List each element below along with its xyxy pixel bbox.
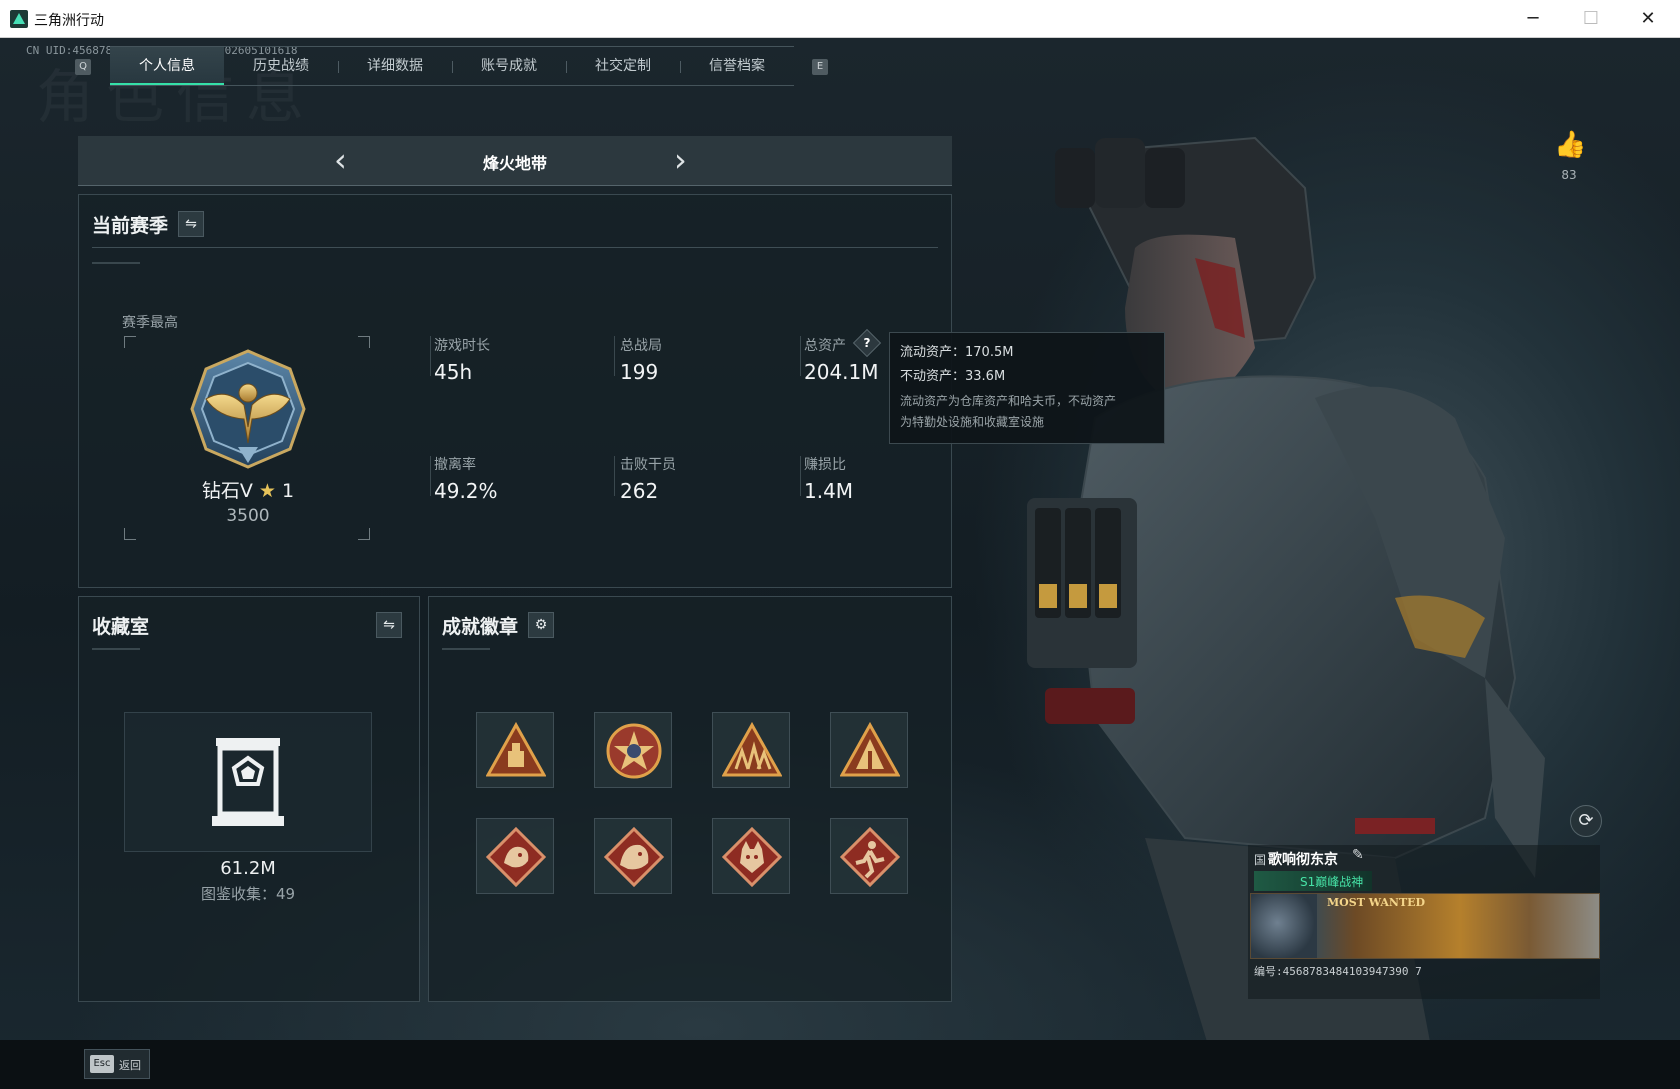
stat-divider xyxy=(800,456,801,496)
stat-label-extraction-rate: 撤离率 xyxy=(434,457,476,473)
stat-value-extraction-rate: 49.2% xyxy=(434,479,498,503)
tab-history[interactable]: 历史战绩 xyxy=(224,47,338,85)
decorative-line xyxy=(442,648,490,650)
tooltip-description-line: 为特勤处设施和收藏室设施 xyxy=(900,415,1045,429)
stat-label-total-matches: 总战局 xyxy=(620,338,662,354)
decorative-line xyxy=(92,262,140,264)
rank-name: 钻石V ★ 1 xyxy=(160,476,336,503)
player-name: 歌响彻东京 xyxy=(1268,852,1338,868)
bottom-bar xyxy=(0,1040,1680,1089)
close-button[interactable]: ✕ xyxy=(1620,0,1676,38)
achievement-settings-gear-icon[interactable]: ⚙ xyxy=(528,612,554,638)
stat-label-total-assets: 总资产 xyxy=(804,338,846,354)
frame-corner xyxy=(124,528,136,540)
edit-name-icon[interactable]: ✎ xyxy=(1352,847,1364,863)
wolf-badge-icon xyxy=(722,827,782,887)
frame-corner xyxy=(124,336,136,348)
tab-credit-record[interactable]: 信誉档案 xyxy=(680,47,794,85)
tab-prev-key-hint[interactable]: Q xyxy=(75,59,91,75)
tab-social[interactable]: 社交定制 xyxy=(566,47,680,85)
star-round-badge-icon xyxy=(606,723,662,779)
display-case-icon xyxy=(212,738,284,826)
tab-personal-info[interactable]: 个人信息 xyxy=(110,47,224,85)
window-title: 三角洲行动 xyxy=(34,13,104,29)
achievement-badge[interactable] xyxy=(712,712,790,788)
decorative-line xyxy=(92,648,140,650)
collection-panel-title: 收藏室 xyxy=(92,616,150,638)
stat-divider xyxy=(614,456,615,496)
stat-value-operators-defeated: 262 xyxy=(620,479,659,503)
achievement-badge[interactable] xyxy=(476,712,554,788)
dragon-badge-icon xyxy=(604,827,664,887)
collection-switch-icon[interactable]: ⇋ xyxy=(376,612,402,638)
minimize-button[interactable]: ─ xyxy=(1505,0,1561,38)
rank-score: 3500 xyxy=(226,506,270,526)
player-card[interactable]: 国 歌响彻东京 ✎ S1巅峰战神 MOST WANTED 编号:45687834… xyxy=(1248,845,1600,999)
achievement-badge[interactable] xyxy=(476,818,554,894)
stat-value-play-time: 45h xyxy=(434,360,473,384)
collection-value: 61.2M xyxy=(220,858,276,879)
stat-label-profit-loss: 赚损比 xyxy=(804,457,846,473)
achievement-badge[interactable] xyxy=(594,712,672,788)
stat-divider xyxy=(614,336,615,376)
stat-value-total-matches: 199 xyxy=(620,360,659,384)
tab-bar: 个人信息 历史战绩 详细数据 账号成就 社交定制 信誉档案 xyxy=(110,46,794,86)
maximize-button[interactable]: ☐ xyxy=(1563,0,1619,38)
app-logo-icon xyxy=(10,10,28,28)
rank-tier: 钻石V xyxy=(201,480,253,502)
season-switch-icon[interactable]: ⇋ xyxy=(178,211,204,237)
tier-text: S1巅峰战神 xyxy=(1300,875,1364,889)
triangle-mountain-badge-icon xyxy=(840,721,900,777)
season-title-divider xyxy=(92,247,938,248)
back-button[interactable]: Esc 返回 xyxy=(84,1049,150,1079)
mode-next-arrow-icon[interactable]: › xyxy=(674,142,687,178)
runner-badge-icon xyxy=(840,827,900,887)
avatar xyxy=(1251,894,1317,958)
triangle-block-badge-icon xyxy=(486,721,546,777)
window-titlebar: 三角洲行动 ─ ☐ ✕ xyxy=(0,0,1680,38)
collection-count: 图鉴收集：49 xyxy=(200,885,296,903)
banner-text: MOST WANTED xyxy=(1327,896,1426,909)
stat-divider xyxy=(430,456,431,496)
frame-corner xyxy=(358,336,370,348)
back-button-label: 返回 xyxy=(119,1059,141,1072)
achievement-badge[interactable] xyxy=(830,818,908,894)
tooltip-description-line: 流动资产为仓库资产和哈夫币，不动资产 xyxy=(900,394,1117,408)
achievement-panel-title: 成就徽章 xyxy=(442,616,519,638)
season-best-label: 赛季最高 xyxy=(122,315,178,331)
achievement-badge[interactable] xyxy=(594,818,672,894)
stat-divider xyxy=(800,336,801,376)
stat-value-total-assets: 204.1M xyxy=(804,360,879,384)
esc-key-hint: Esc xyxy=(90,1055,114,1073)
diamond-rank-medal-icon xyxy=(190,349,306,469)
name-card-banner: MOST WANTED xyxy=(1250,893,1600,959)
dragon-badge-icon xyxy=(486,827,546,887)
achievement-badge[interactable] xyxy=(830,712,908,788)
like-count: 83 xyxy=(1561,168,1577,182)
tooltip-description: 流动资产为仓库资产和哈夫币，不动资产 为特勤处设施和收藏室设施 xyxy=(900,391,1154,433)
stat-divider xyxy=(430,336,431,376)
achievement-panel xyxy=(428,596,952,1002)
season-panel-title: 当前赛季 xyxy=(92,215,169,237)
stat-label-play-time: 游戏时长 xyxy=(434,338,490,354)
tab-detailed-data[interactable]: 详细数据 xyxy=(338,47,452,85)
assets-tooltip: 流动资产：170.5M 不动资产：33.6M 流动资产为仓库资产和哈夫币，不动资… xyxy=(889,332,1165,444)
triangle-figures-badge-icon xyxy=(722,721,782,777)
tab-next-key-hint[interactable]: E xyxy=(812,59,828,75)
thumbs-up-icon[interactable]: 👍 xyxy=(1554,130,1586,160)
tooltip-liquid-assets: 流动资产：170.5M xyxy=(900,345,1014,360)
stat-value-profit-loss: 1.4M xyxy=(804,479,854,503)
frame-corner xyxy=(358,528,370,540)
rotate-refresh-icon[interactable]: ⟳ xyxy=(1570,805,1602,837)
rank-star-icon: ★ xyxy=(258,480,276,502)
stat-label-operators-defeated: 击败干员 xyxy=(620,457,676,473)
mode-selector: ‹ 烽火地带 › xyxy=(78,136,952,186)
tab-achievements[interactable]: 账号成就 xyxy=(452,47,566,85)
rank-stars-count: 1 xyxy=(282,480,295,502)
region-flag-icon: 国 xyxy=(1254,853,1267,867)
tooltip-fixed-assets: 不动资产：33.6M xyxy=(900,369,1006,384)
achievement-badge[interactable] xyxy=(712,818,790,894)
player-serial-number[interactable]: 编号:4568783484103947390 7 xyxy=(1254,963,1422,979)
mode-name: 烽火地带 xyxy=(482,154,547,173)
